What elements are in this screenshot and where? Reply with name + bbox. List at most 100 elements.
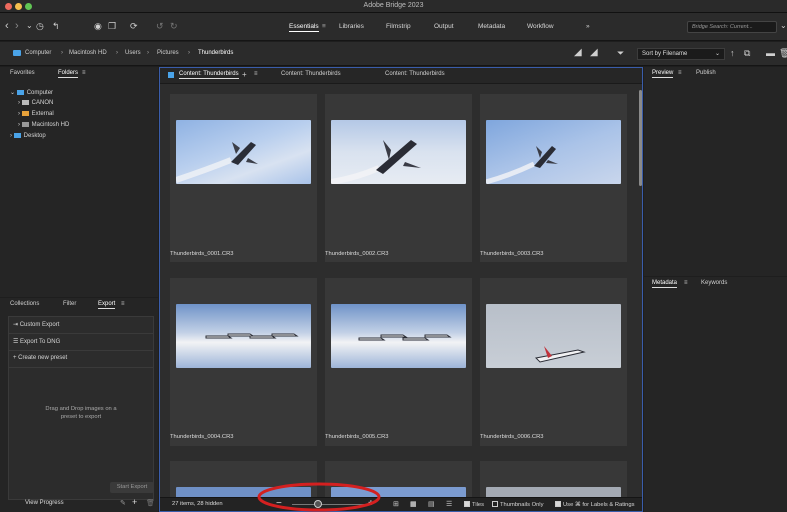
tab-content-1[interactable]: Content: Thunderbirds: [179, 71, 239, 79]
details-view-icon[interactable]: ▤: [428, 500, 435, 508]
use-cmd-checkbox[interactable]: Use ⌘ for Labels & Ratings: [555, 501, 635, 508]
scrollbar[interactable]: [639, 90, 642, 186]
thumbnail-caption-3: Thunderbirds_0003.CR3: [480, 251, 544, 257]
preview-panel: Preview ≡ Publish: [644, 67, 787, 276]
delete-icon[interactable]: 🗑: [779, 47, 787, 59]
back-icon[interactable]: ‹: [5, 20, 9, 32]
quality-icon[interactable]: ◢: [574, 47, 582, 59]
more-workspaces-button[interactable]: »: [586, 23, 590, 30]
export-icon: ⇥: [13, 322, 20, 328]
thumbnail-5[interactable]: [325, 278, 472, 446]
forward-icon[interactable]: ›: [15, 20, 19, 32]
tab-filter[interactable]: Filter: [63, 301, 76, 307]
panel-menu-icon[interactable]: ≡: [254, 71, 258, 77]
tiles-checkbox[interactable]: Tiles: [464, 501, 484, 508]
drive-icon: [21, 100, 29, 105]
tab-publish[interactable]: Publish: [696, 70, 716, 76]
menu-icon[interactable]: ≡: [322, 23, 326, 30]
breadcrumb-thunderbirds[interactable]: Thunderbirds: [198, 50, 233, 56]
panel-menu-icon[interactable]: ≡: [678, 70, 682, 76]
preset-label: Export To DNG: [20, 339, 61, 345]
panel-menu-icon[interactable]: ≡: [82, 70, 86, 76]
preset-custom-export[interactable]: ⇥ Custom Export: [13, 321, 59, 328]
refine-icon[interactable]: ⟳: [130, 20, 138, 32]
tab-export[interactable]: Export: [98, 301, 116, 309]
toolbar: ‹ › ⌄ ◷ ↰ ◉ ❐ ⟳ ↺ ↻ Essentials ≡ Librari…: [0, 13, 787, 41]
export-panel: Collections Filter Export ≡ ⇥ Custom Exp…: [0, 298, 158, 512]
tree-item-external[interactable]: › External: [18, 111, 54, 117]
tree-item-canon[interactable]: › CANON: [18, 100, 53, 106]
jet-formation-icon: [358, 334, 452, 341]
workspace-output[interactable]: Output: [434, 23, 454, 30]
tree-item-desktop[interactable]: › Desktop: [10, 133, 46, 139]
thumbnail-1[interactable]: [170, 94, 317, 262]
edit-icon[interactable]: ✎: [120, 499, 126, 507]
breadcrumb-users[interactable]: Users: [125, 50, 141, 56]
thumbnail-3[interactable]: [480, 94, 627, 262]
thumbnail-view-icon[interactable]: ▦: [410, 500, 417, 508]
preset-export-to-dng[interactable]: ☰ Export To DNG: [13, 338, 60, 345]
breadcrumb-macintosh-hd[interactable]: Macintosh HD: [69, 50, 107, 56]
chevron-right-icon: ›: [147, 50, 149, 56]
chevron-right-icon: ›: [116, 50, 118, 56]
workspace-metadata[interactable]: Metadata: [478, 23, 505, 30]
camera-icon[interactable]: ◉: [94, 20, 102, 32]
photo: [331, 304, 466, 368]
thumbnail-6[interactable]: [480, 278, 627, 446]
recent-icon[interactable]: ◷: [36, 20, 44, 32]
workspace-workflow[interactable]: Workflow: [527, 23, 554, 30]
divider: [9, 350, 153, 351]
tab-folders[interactable]: Folders: [58, 70, 79, 78]
tab-keywords[interactable]: Keywords: [701, 280, 727, 286]
chevron-down-icon: ⌄: [714, 51, 720, 57]
rotate-right-icon[interactable]: ↻: [170, 20, 178, 32]
breadcrumb-pictures[interactable]: Pictures: [157, 50, 179, 56]
bridge-search-input[interactable]: Bridge Search: Current...: [687, 21, 777, 33]
panel-menu-icon[interactable]: ≡: [684, 280, 688, 286]
tab-collections[interactable]: Collections: [10, 301, 39, 307]
new-folder-icon[interactable]: ▬: [766, 47, 775, 59]
use-cmd-label: Use ⌘ for Labels & Ratings: [563, 502, 635, 508]
workspace-filmstrip[interactable]: Filmstrip: [386, 23, 411, 30]
thumbnail-caption-1: Thunderbirds_0001.CR3: [170, 251, 234, 257]
search-options-chevron-icon[interactable]: ⌄: [780, 20, 787, 32]
add-icon[interactable]: +: [132, 497, 137, 507]
list-view-icon[interactable]: ☰: [446, 500, 452, 508]
thumbnail-4[interactable]: [170, 278, 317, 446]
breadcrumb-computer[interactable]: Computer: [25, 50, 51, 56]
sort-select[interactable]: Sort by Filename ⌄: [637, 48, 725, 60]
view-progress-label[interactable]: View Progress: [25, 500, 64, 506]
quality-menu-icon[interactable]: ◢: [590, 47, 598, 59]
panel-menu-icon[interactable]: ≡: [121, 301, 125, 307]
tab-content-3[interactable]: Content: Thunderbirds: [385, 71, 445, 77]
return-icon[interactable]: ↰: [52, 20, 60, 32]
start-export-button[interactable]: Start Export: [110, 482, 154, 493]
create-new-preset[interactable]: + Create new preset: [13, 355, 67, 361]
chevron-down-icon[interactable]: ⌄: [26, 20, 33, 32]
jet-icon: [486, 146, 558, 184]
filter-icon[interactable]: ⏷: [617, 47, 624, 59]
tree-item-macintosh-hd[interactable]: › Macintosh HD: [18, 122, 69, 128]
tree-item-computer[interactable]: ⌄ Computer: [10, 89, 53, 96]
checkbox-checked-icon: [464, 501, 470, 507]
thumbnail-2[interactable]: [325, 94, 472, 262]
thumbnails-only-checkbox[interactable]: Thumbnails Only: [492, 501, 544, 508]
workspace-essentials[interactable]: Essentials: [289, 23, 319, 32]
thumbnail-9[interactable]: [480, 461, 627, 499]
tab-preview[interactable]: Preview: [652, 70, 674, 78]
add-tab-icon[interactable]: +: [242, 70, 247, 79]
rotate-left-icon[interactable]: ↺: [156, 20, 164, 32]
window-title: Adobe Bridge 2023: [363, 2, 424, 9]
grid-lock-icon[interactable]: ⊞: [393, 500, 399, 508]
trash-icon[interactable]: 🗑: [146, 499, 155, 507]
path-bar: Computer › Macintosh HD › Users › Pictur…: [0, 42, 787, 66]
workspace-libraries[interactable]: Libraries: [339, 23, 364, 30]
sort-ascending-icon[interactable]: ↑: [730, 47, 735, 59]
content-icon: [168, 72, 174, 78]
tab-metadata[interactable]: Metadata: [652, 280, 678, 288]
tab-favorites[interactable]: Favorites: [10, 70, 35, 76]
copy-icon[interactable]: ❐: [108, 20, 116, 32]
tab-content-2[interactable]: Content: Thunderbirds: [281, 71, 341, 77]
open-recent-icon[interactable]: ⧉: [744, 47, 750, 59]
chevron-right-icon: ›: [188, 50, 190, 56]
